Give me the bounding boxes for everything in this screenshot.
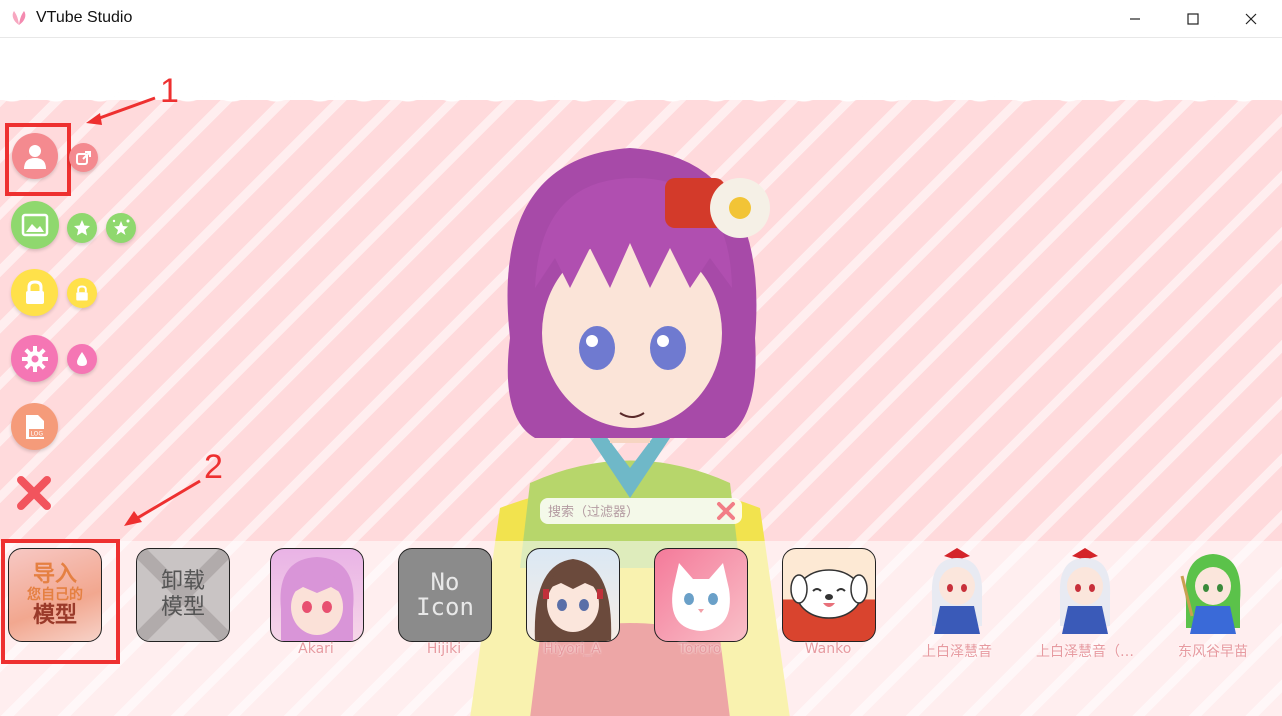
share-icon <box>75 150 91 165</box>
model-tile-akari[interactable] <box>270 548 364 642</box>
no-icon-line1: No <box>430 567 460 596</box>
maximize-button[interactable] <box>1164 0 1222 37</box>
search-input[interactable] <box>546 501 710 523</box>
annotation-arrow-1 <box>86 96 156 125</box>
x-icon <box>17 476 51 510</box>
model-label-hiyori: Hiyori_A <box>543 641 601 657</box>
drop-button[interactable] <box>67 344 97 374</box>
stage: LOG 1 2 导入 您自己的 模型 卸载 模型 Akari <box>0 38 1282 716</box>
model-label-wanko: Wanko <box>804 641 852 657</box>
search-box <box>540 498 742 524</box>
model-share-button[interactable] <box>69 143 98 172</box>
drop-icon <box>77 352 87 366</box>
background-button[interactable] <box>11 201 59 249</box>
title-bar: VTube Studio <box>0 0 1282 38</box>
model-tile-hijiki[interactable]: No Icon <box>398 548 492 642</box>
annotation-number-1: 1 <box>160 72 179 110</box>
akari-thumbnail <box>280 557 354 641</box>
close-model-button[interactable] <box>16 475 52 511</box>
import-model-button[interactable]: 导入 您自己的 模型 <box>8 548 102 642</box>
annotation-number-2: 2 <box>204 448 223 486</box>
image-icon <box>21 213 49 237</box>
import-label-line2: 您自己的 <box>27 586 83 603</box>
model-label-hijiki: Hijiki <box>426 641 462 657</box>
clear-search-icon[interactable] <box>716 501 736 521</box>
model-tile-tororo[interactable] <box>654 548 748 642</box>
svg-text:LOG: LOG <box>30 430 43 437</box>
lock-small-icon <box>76 285 88 300</box>
model-label-keine: 上白泽慧音 <box>922 644 992 660</box>
model-label-akari: Akari <box>298 641 334 657</box>
maximize-icon <box>1187 12 1199 25</box>
lock-icon <box>25 279 44 304</box>
minimize-icon <box>1130 17 1140 20</box>
hiyori-thumbnail <box>534 559 612 641</box>
tororo-thumbnail <box>672 563 730 631</box>
model-tile-wanko[interactable] <box>782 548 876 642</box>
wanko-thumbnail <box>790 569 868 619</box>
close-window-button[interactable] <box>1222 0 1280 37</box>
model-label-tororo: Tororo <box>678 641 722 657</box>
import-label-line1: 导入 <box>32 561 77 587</box>
star-icon <box>74 220 90 236</box>
lock-small-button[interactable] <box>67 278 97 308</box>
model-tile-hiyori[interactable] <box>526 548 620 642</box>
window-title: VTube Studio <box>36 9 133 26</box>
import-label-line3: 模型 <box>32 603 77 629</box>
favorite-sparkle-button[interactable] <box>106 213 136 243</box>
lock-button[interactable] <box>11 269 58 316</box>
close-icon <box>1245 13 1257 24</box>
model-tile-keine-alt[interactable] <box>1050 546 1120 641</box>
sparkle-star-icon <box>112 219 130 235</box>
annotation-arrow-2 <box>124 479 201 526</box>
model-tile-keine[interactable] <box>922 546 992 641</box>
model-label-keine-alt: 上白泽慧音（… <box>1036 644 1134 660</box>
log-button[interactable]: LOG <box>11 403 58 450</box>
unload-label-line1: 卸载 <box>160 568 205 594</box>
unload-model-button[interactable]: 卸载 模型 <box>136 548 230 642</box>
favorite-button[interactable] <box>67 213 97 243</box>
model-label-sanae: 东风谷早苗 <box>1178 644 1248 660</box>
minimize-button[interactable] <box>1106 0 1164 37</box>
gear-icon <box>21 345 48 372</box>
no-icon-line2: Icon <box>416 593 474 621</box>
model-tile-sanae[interactable] <box>1178 546 1248 641</box>
unload-label-line2: 模型 <box>160 595 205 620</box>
settings-button[interactable] <box>11 335 58 382</box>
app-logo-icon <box>12 11 26 25</box>
log-icon: LOG <box>25 414 44 439</box>
annotation-box-1 <box>5 123 71 196</box>
